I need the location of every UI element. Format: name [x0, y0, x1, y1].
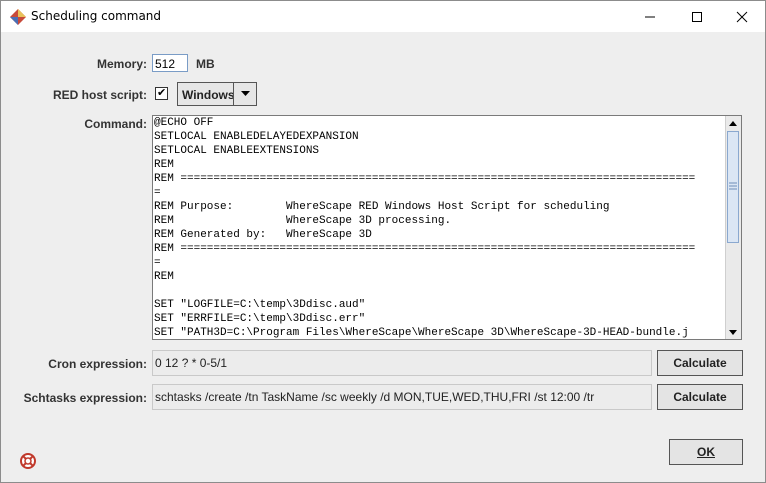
checkmark-icon: ✔	[157, 86, 167, 99]
help-lifebuoy-icon[interactable]	[20, 453, 36, 469]
host-os-select[interactable]: Windows	[177, 82, 257, 106]
close-icon	[736, 11, 748, 22]
command-label: Command:	[84, 117, 147, 131]
command-textarea[interactable]: @ECHO OFF SETLOCAL ENABLEDELAYEDEXPANSIO…	[152, 115, 742, 340]
schtasks-calculate-button[interactable]: Calculate	[657, 384, 743, 410]
host-script-label: RED host script:	[52, 88, 147, 102]
app-logo-icon	[10, 9, 26, 25]
window-title: Scheduling command	[31, 9, 162, 23]
host-script-checkbox[interactable]: ✔	[155, 86, 168, 100]
cron-label: Cron expression:	[48, 357, 147, 371]
scroll-down-icon	[729, 329, 737, 335]
dropdown-button[interactable]	[233, 83, 256, 105]
host-os-selected: Windows	[182, 88, 235, 102]
minimize-icon	[645, 16, 655, 17]
scroll-down-button[interactable]	[726, 325, 740, 339]
close-button[interactable]	[719, 1, 765, 32]
memory-unit: MB	[196, 57, 215, 71]
minimize-button[interactable]	[627, 1, 673, 32]
vertical-scrollbar[interactable]	[725, 116, 741, 339]
schtasks-label: Schtasks expression:	[23, 391, 147, 405]
scheduling-command-dialog: Scheduling command Memory: 512 MB RED ho…	[0, 0, 766, 483]
schtasks-expression-field[interactable]: schtasks /create /tn TaskName /sc weekly…	[152, 384, 652, 410]
cron-calculate-button[interactable]: Calculate	[657, 350, 743, 376]
scroll-up-icon	[729, 120, 737, 126]
memory-input[interactable]: 512	[152, 54, 188, 72]
ok-button[interactable]: OK	[669, 439, 743, 465]
scrollbar-thumb[interactable]	[727, 131, 739, 243]
scroll-up-button[interactable]	[726, 116, 740, 130]
cron-expression-field[interactable]: 0 12 ? * 0-5/1	[152, 350, 652, 376]
memory-label: Memory:	[96, 57, 147, 71]
command-text[interactable]: @ECHO OFF SETLOCAL ENABLEDELAYEDEXPANSIO…	[154, 116, 726, 339]
chevron-down-icon	[240, 91, 250, 96]
title-bar: Scheduling command	[1, 1, 765, 32]
maximize-icon	[692, 11, 702, 22]
grip-icon	[729, 182, 737, 190]
maximize-button[interactable]	[674, 1, 720, 32]
